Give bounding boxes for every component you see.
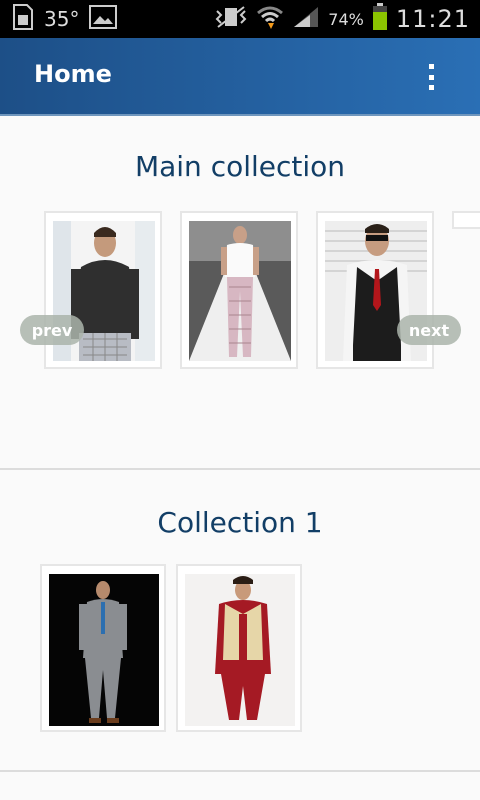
collection-1-section: Collection 1 [0,470,480,772]
main-collection-section: Main collection prev next [0,116,480,470]
battery-icon [372,3,388,35]
collection-item[interactable] [40,564,166,732]
vibrate-icon [214,5,248,33]
section-title: Collection 1 [157,506,323,539]
overflow-menu-icon[interactable] [426,64,436,90]
next-button[interactable]: next [397,315,461,345]
page-title: Home [34,60,112,88]
collection-item[interactable] [44,211,162,369]
collection-item[interactable] [176,564,302,732]
clock-time: 11:21 [395,5,470,33]
photo-man-sherwani [185,574,295,726]
section-title: Main collection [134,150,346,183]
status-bar: 35° 74% 11:21 [0,0,480,38]
collection-item-partial[interactable] [452,211,480,229]
collection-item[interactable] [180,211,298,369]
collection-item[interactable] [316,211,434,369]
sim-card-icon [12,3,34,35]
next-section [0,772,480,800]
photo-man-grey-suit [49,574,159,726]
signal-icon [292,5,320,33]
app-bar: Home [0,38,480,116]
gallery-icon [89,5,118,33]
temperature-text: 35° [44,7,80,31]
battery-percent: 74% [328,9,364,29]
photo-runway-model [189,221,291,361]
wifi-icon [256,4,284,34]
prev-button[interactable]: prev [20,315,84,345]
